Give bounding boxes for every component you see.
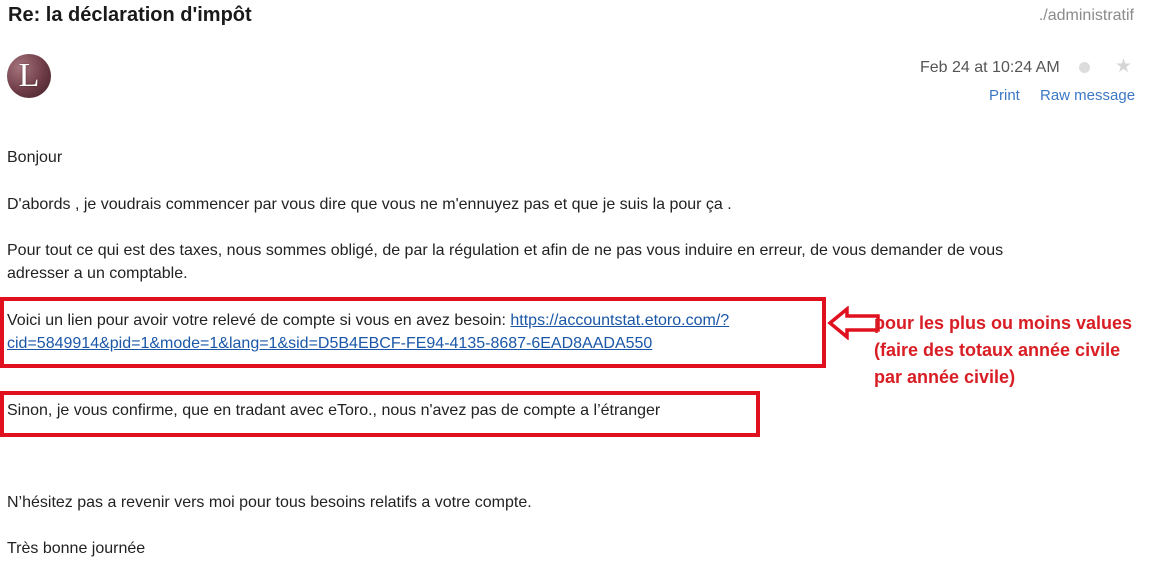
raw-message-link[interactable]: Raw message <box>1040 87 1135 104</box>
print-link[interactable]: Print <box>989 87 1020 104</box>
annotation-line1: pour les plus ou moins values <box>874 313 1133 333</box>
unread-dot-icon[interactable] <box>1079 62 1090 73</box>
avatar-initial: L <box>18 57 40 94</box>
closing-text: Très bonne journée <box>7 540 146 557</box>
intro-text: D'abords , je voudrais commencer par vou… <box>7 196 732 213</box>
highlight-box-confirm <box>0 391 760 437</box>
highlight-box-link <box>0 297 826 368</box>
greeting-text: Bonjour <box>7 149 63 166</box>
annotation-line2: (faire des totaux année civile <box>874 340 1121 360</box>
message-date: Feb 24 at 10:24 AM <box>920 59 1060 76</box>
contact-text: N’hésitez pas a revenir vers moi pour to… <box>7 494 532 511</box>
star-icon[interactable]: ★ <box>1115 57 1132 77</box>
sender-avatar: L <box>7 54 51 98</box>
folder-label[interactable]: ./administratif <box>1039 7 1134 25</box>
message-subject: Re: la déclaration d'impôt <box>8 4 252 26</box>
annotation-line3: par année civile) <box>874 367 1016 387</box>
taxes-text-line2: adresser a un comptable. <box>7 265 188 282</box>
taxes-text-line1: Pour tout ce qui est des taxes, nous som… <box>7 242 1004 259</box>
